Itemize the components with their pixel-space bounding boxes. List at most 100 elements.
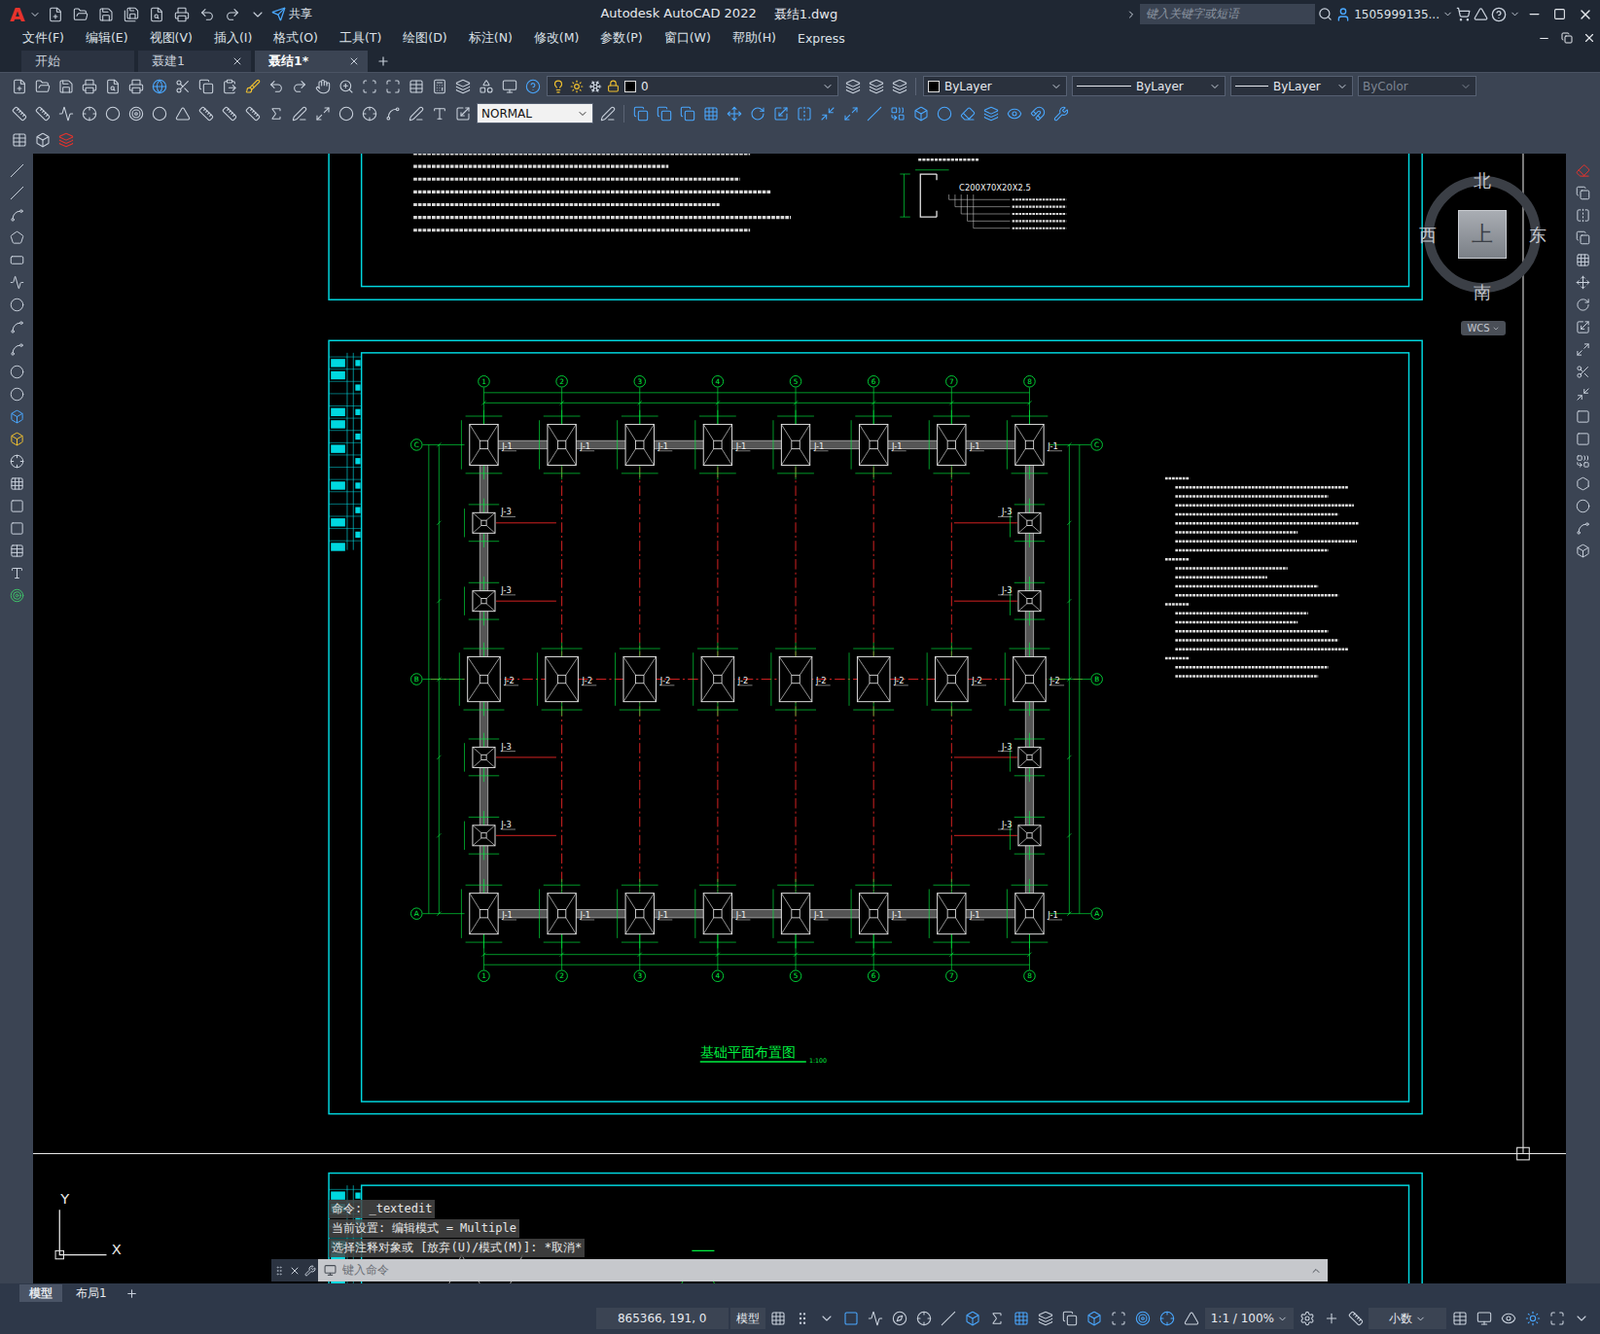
tool-button[interactable] [54,74,77,98]
cube-face[interactable]: 上 [1457,210,1507,259]
tool-button[interactable] [5,360,29,384]
tool-button[interactable] [961,1308,985,1331]
tool-button[interactable] [791,1308,815,1331]
tool-button[interactable] [1569,1308,1593,1331]
tool-button[interactable] [1571,293,1595,317]
menu-item[interactable]: 文件(F) [11,30,75,47]
footing[interactable]: J-1 [773,879,829,949]
tool-button[interactable] [888,74,911,98]
tool-button[interactable] [311,102,334,125]
tool-button[interactable] [816,1308,839,1331]
tool-button[interactable] [31,129,54,152]
footing[interactable]: J-3 [997,576,1045,626]
tool-button[interactable] [937,1308,960,1331]
dimstyle-dropdown[interactable]: NORMAL [476,103,594,124]
tool-button[interactable] [195,2,218,26]
document-tab[interactable]: 聂建1 [138,50,251,72]
tool-button[interactable] [699,102,722,125]
tool-button[interactable] [94,2,117,26]
tool-button[interactable] [5,271,29,294]
color-dropdown[interactable]: ByLayer [923,75,1067,97]
footing[interactable]: J-2 [849,642,909,717]
tool-button[interactable] [264,102,287,125]
tool-button[interactable] [124,74,147,98]
doc-restore-button[interactable] [1555,27,1578,50]
tool-button[interactable] [1034,1308,1058,1331]
footing[interactable]: J-3 [464,733,516,783]
tool-button[interactable] [170,2,193,26]
menu-item[interactable]: 视图(V) [139,30,204,47]
compass-east[interactable]: 东 [1526,223,1550,248]
tool-button[interactable] [194,102,217,125]
maximize-button[interactable] [1548,2,1571,26]
tool-button[interactable] [1571,495,1595,518]
tool-button[interactable] [171,74,194,98]
tool-button[interactable] [5,383,29,406]
menu-item[interactable]: 参数(P) [589,30,653,47]
tool-button[interactable] [521,74,544,98]
help-menu-icon[interactable] [1509,8,1521,20]
tool-button[interactable] [497,74,521,98]
footing[interactable]: J-1 [773,410,829,480]
tool-button[interactable] [1571,181,1595,205]
tool-button[interactable] [839,102,862,125]
footing[interactable]: J-3 [464,811,516,860]
tool-button[interactable] [264,74,287,98]
tool-button[interactable] [246,2,269,26]
tool-button[interactable] [1344,1308,1367,1331]
user-menu-icon[interactable] [1442,8,1454,20]
ucs-menu[interactable]: WCS [1460,320,1506,336]
tool-button[interactable] [217,74,241,98]
command-input[interactable]: 键入命令 [318,1259,1328,1282]
menu-item[interactable]: 插入(I) [203,30,263,47]
footing[interactable]: J-2 [1004,642,1065,717]
tool-button[interactable] [451,102,474,125]
footing[interactable]: J-1 [851,410,907,480]
tool-button[interactable] [5,248,29,272]
footing[interactable]: J-2 [615,642,676,717]
tool-button[interactable] [5,159,29,182]
tool-button[interactable] [1571,517,1595,540]
tool-button[interactable] [5,427,29,451]
footing[interactable]: J-1 [928,410,985,480]
tool-button[interactable] [334,74,357,98]
tool-button[interactable] [746,102,769,125]
model-space[interactable]: C200X70X20X2.5J-1J-1J-1J-1J-1J-1J-1J-1J-… [33,153,1566,1284]
space-toggle[interactable]: 模型 [730,1308,766,1330]
tool-button[interactable] [1571,271,1595,294]
tool-button[interactable] [629,102,652,125]
layout-tab[interactable]: 布局1 [66,1284,117,1303]
tool-button[interactable] [5,562,29,585]
tool-button[interactable] [5,450,29,473]
viewcube[interactable]: 上北南西东WCS [1399,165,1565,341]
tool-button[interactable] [43,2,67,26]
tool-button[interactable] [1521,1308,1544,1331]
autodesk-app-icon[interactable] [1473,6,1489,22]
tool-button[interactable] [5,338,29,361]
footing[interactable]: J-1 [1006,879,1063,949]
footing[interactable]: J-1 [928,879,985,949]
tool-button[interactable] [1496,1308,1520,1331]
tool-button[interactable] [287,102,311,125]
annotation-scale[interactable]: 1:1 / 100% [1205,1308,1294,1330]
tool-button[interactable] [1545,1308,1568,1331]
tool-button[interactable] [144,2,168,26]
expand-icon[interactable] [1125,8,1138,21]
tool-button[interactable] [886,102,909,125]
grip-icon[interactable] [273,1265,285,1278]
tool-button[interactable] [792,102,816,125]
tool-button[interactable] [77,74,101,98]
tool-button[interactable] [979,102,1002,125]
footing[interactable]: J-3 [997,811,1045,860]
tool-button[interactable] [124,102,147,125]
footing[interactable]: J-3 [464,576,516,626]
search-icon[interactable] [1317,6,1333,22]
tool-button[interactable] [1571,539,1595,563]
tool-button[interactable] [1571,204,1595,227]
tool-button[interactable] [474,74,498,98]
tool-button[interactable] [596,102,619,125]
tool-button[interactable] [1571,427,1595,451]
units-dropdown[interactable]: 小数 [1368,1308,1447,1330]
tool-button[interactable] [5,472,29,496]
tool-button[interactable] [1571,405,1595,428]
